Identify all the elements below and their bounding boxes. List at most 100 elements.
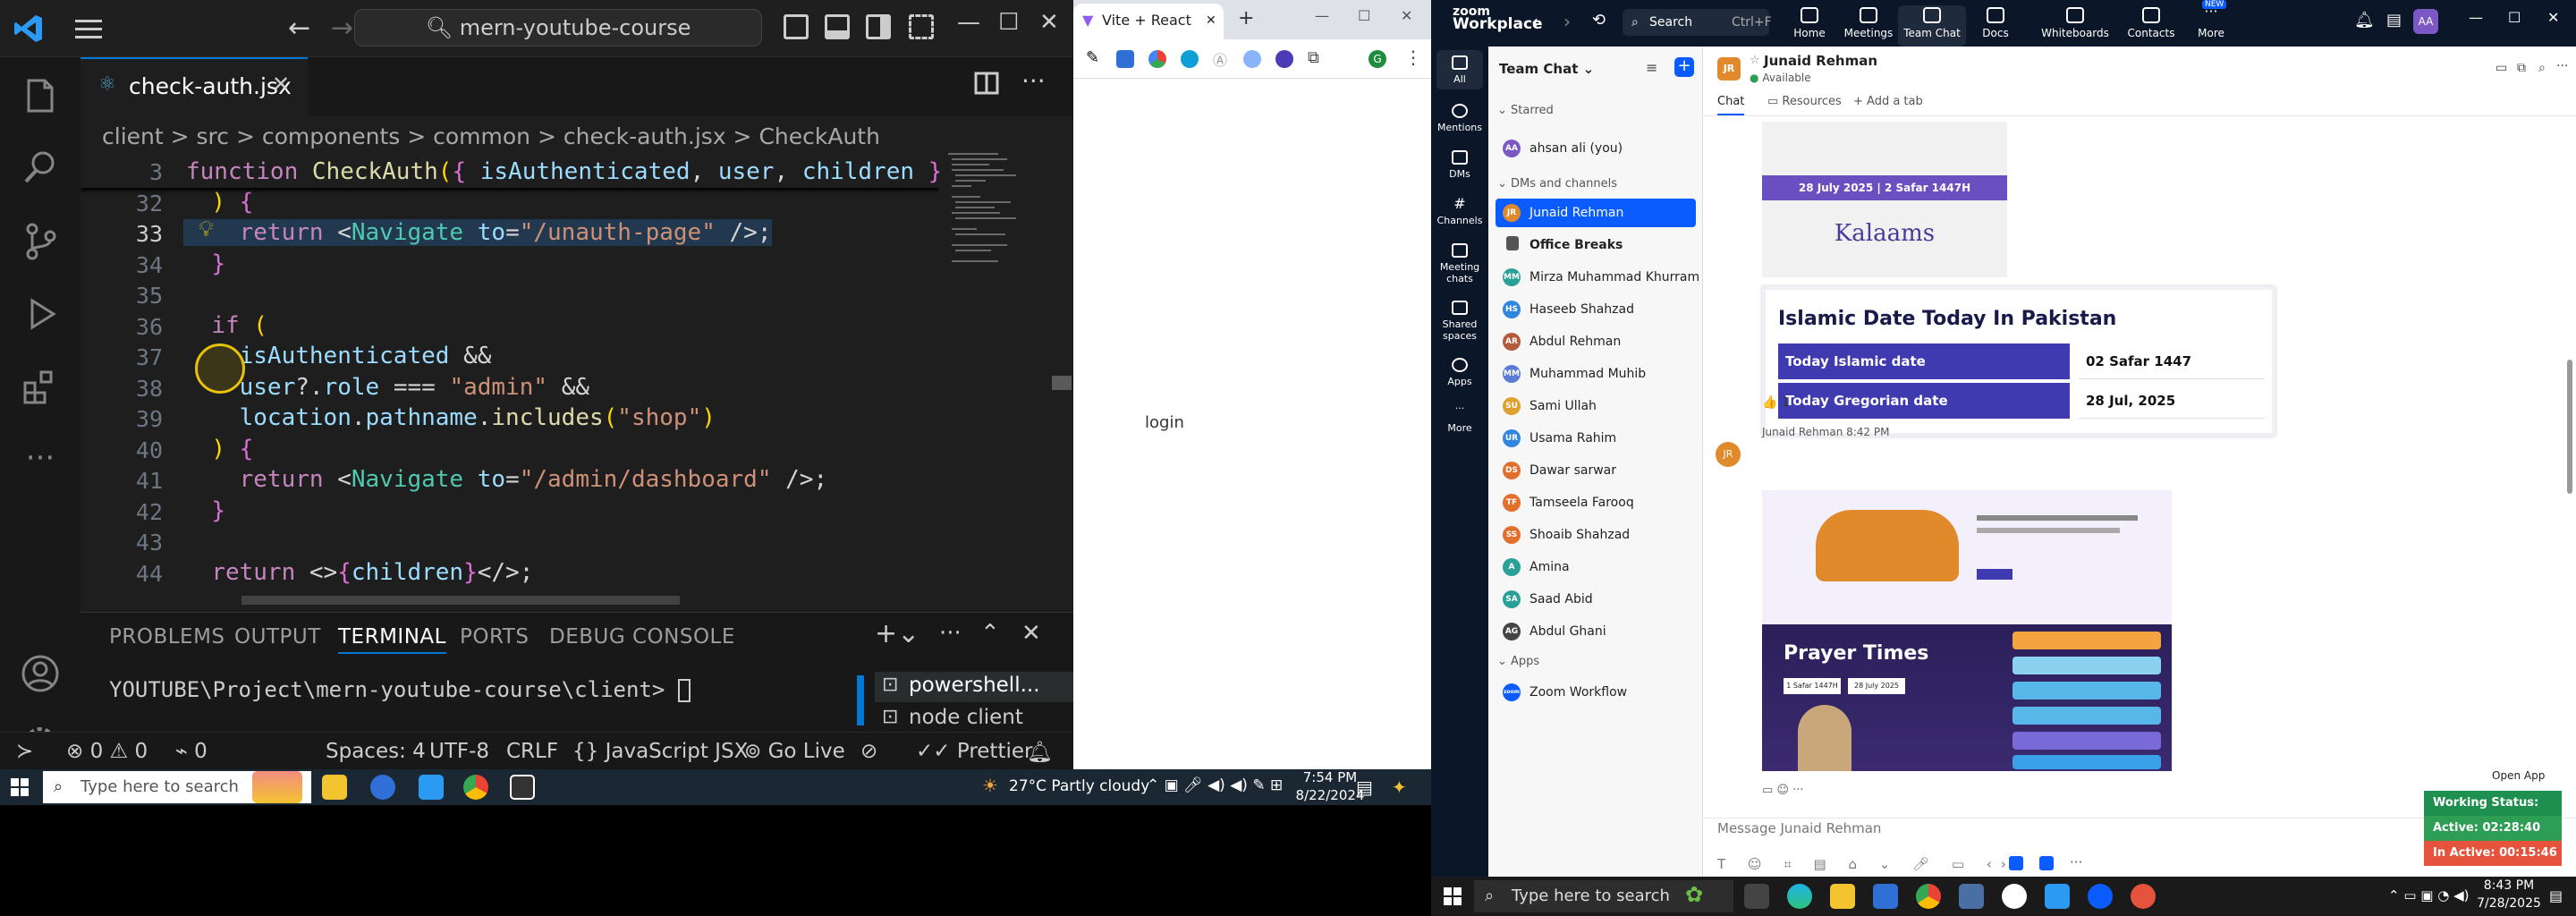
extension-4-icon[interactable]: Ⓐ [1213, 48, 1227, 70]
search-highlight-icon[interactable] [252, 771, 302, 803]
section-dms[interactable]: ⌄ DMs and channels [1497, 177, 1617, 191]
nav-meetings[interactable]: Meetings [1828, 5, 1909, 39]
browser-tab-vite[interactable]: ▼ Vite + React ✕ [1073, 4, 1224, 39]
message-actions-icon[interactable]: ▭ ☺ ··· [1762, 784, 1804, 797]
team-chat-title[interactable]: Team Chat ⌄ [1499, 61, 1594, 77]
chrome-taskbar-icon[interactable] [463, 775, 488, 800]
zoom-icon[interactable] [2088, 884, 2113, 909]
tab-debug-console[interactable]: DEBUG CONSOLE [549, 625, 735, 649]
horizontal-scrollbar[interactable] [242, 596, 680, 605]
kalaams-image[interactable]: 28 July 2025 | 2 Safar 1447H Kalaams [1762, 122, 2007, 277]
contact-avatar[interactable]: JR [1717, 57, 1741, 81]
chat-scrollbar[interactable] [2567, 360, 2572, 494]
indentation[interactable]: Spaces: 4 [326, 740, 426, 763]
language-mode[interactable]: {} JavaScript JSX [572, 740, 748, 763]
maximize-icon[interactable]: ☐ [2508, 9, 2521, 26]
lightbulb-icon[interactable]: 💡︎ [199, 216, 214, 242]
split-editor-icon[interactable] [973, 70, 1000, 97]
store-icon[interactable] [1873, 884, 1898, 909]
sidebar-apps[interactable]: Apps [1431, 358, 1488, 387]
close-tab-icon[interactable]: ✕ [272, 72, 290, 97]
open-app-link[interactable]: Open App [2492, 769, 2545, 782]
more-options-icon[interactable]: ··· [2070, 854, 2082, 870]
sidebar-all[interactable]: All [1436, 50, 1483, 89]
encoding[interactable]: UTF-8 [429, 740, 489, 763]
vertical-scrollbar-thumb[interactable] [1052, 376, 1072, 390]
history-icon[interactable]: ⟲ [1592, 11, 1606, 30]
apps-icon[interactable]: ▤ [2386, 11, 2402, 30]
maximize-icon[interactable]: ☐ [1358, 7, 1370, 24]
windows-start-icon[interactable] [1444, 887, 1462, 905]
new-terminal-icon[interactable]: +⌄ [875, 618, 919, 649]
app-shortcut-icon[interactable] [2039, 856, 2054, 870]
toggle-sidebar-icon[interactable] [784, 14, 809, 39]
notification-icon[interactable]: ▤ [1356, 776, 1373, 798]
go-live-button[interactable]: ⊚ Go Live [744, 740, 845, 763]
notifications-bell-icon[interactable]: 🔔︎ [1027, 740, 1053, 764]
contact-item[interactable]: AA ahsan ali (you) [1496, 134, 1696, 163]
sender-avatar[interactable]: JR [1716, 442, 1741, 467]
filter-icon[interactable]: ≡ [1646, 59, 1657, 76]
reaction-thumbs-up[interactable]: 👍 1 [1762, 395, 1790, 410]
customize-layout-icon[interactable] [909, 14, 934, 39]
screenshare-icon[interactable]: ⧉ [2517, 61, 2526, 75]
islamic-date-card[interactable]: Islamic Date Today In Pakistan Today Isl… [1762, 286, 2275, 437]
close-panel-icon[interactable]: ✕ [1021, 620, 1041, 647]
minimize-icon[interactable]: — [1315, 7, 1329, 24]
github-icon[interactable] [2002, 884, 2027, 909]
close-tab-icon[interactable]: ✕ [1206, 4, 1216, 38]
contact-item[interactable]: SU Sami Ullah [1496, 392, 1696, 420]
file-explorer-icon[interactable] [322, 775, 347, 800]
chrome-icon[interactable] [1916, 884, 1941, 909]
nav-more[interactable]: ··· More [2184, 4, 2238, 40]
more-options-icon[interactable]: ··· [2556, 59, 2568, 73]
terminal-instance-powershell[interactable]: ⊡ powershell... [875, 672, 1073, 702]
contact-item[interactable]: MM Mirza Muhammad Khurram [1496, 263, 1699, 292]
explorer-icon[interactable] [20, 73, 61, 114]
search-icon[interactable]: ⌕ [2538, 61, 2546, 75]
section-apps[interactable]: ⌄ Apps [1497, 655, 1539, 668]
eyedropper-icon[interactable]: ✎ [1086, 48, 1099, 67]
remote-icon[interactable]: ≻ [16, 740, 33, 763]
more-actions-icon[interactable]: ··· [1021, 66, 1046, 96]
terminal-instance-node[interactable]: ⊡ node client [875, 706, 1073, 733]
terminal-output[interactable]: YOUTUBE\Project\mern-youtube-course\clie… [109, 677, 691, 702]
tab-output[interactable]: OUTPUT [234, 625, 321, 649]
back-icon[interactable]: ‹ [1531, 11, 1538, 32]
vscode-taskbar-icon[interactable] [419, 775, 444, 800]
maximize-icon[interactable]: ☐ [998, 9, 1019, 36]
task-view-icon[interactable] [1744, 884, 1769, 909]
problems-count[interactable]: ⊗ 0 ⚠ 0 [66, 740, 148, 763]
profile-avatar[interactable]: G [1368, 50, 1386, 68]
forward-arrow-icon[interactable]: → [331, 13, 353, 44]
extension-5-icon[interactable] [1243, 50, 1261, 68]
tab-terminal[interactable]: TERMINAL [338, 625, 446, 654]
extension-2-icon[interactable] [1148, 50, 1166, 68]
toggle-secondary-sidebar-icon[interactable] [866, 14, 891, 39]
plant-icon[interactable]: ✿ [1685, 882, 1703, 907]
working-status-badge[interactable]: In Active: 00:15:46 [2424, 841, 2562, 866]
code-editor[interactable]: 3 function CheckAuth({ isAuthenticated, … [80, 157, 939, 605]
account-icon[interactable] [20, 653, 61, 694]
message-input[interactable]: Message Junaid Rehman [1717, 820, 1881, 836]
new-tab-icon[interactable]: + [1238, 7, 1254, 30]
zoom-search[interactable]: ⌕ Search Ctrl+F [1623, 9, 1772, 36]
line-ending[interactable]: CRLF [506, 740, 558, 763]
source-control-icon[interactable] [20, 220, 61, 261]
contact-item[interactable]: AR Abdul Rehman [1496, 327, 1696, 356]
close-window-icon[interactable]: ✕ [1039, 9, 1059, 36]
forward-icon[interactable]: › [1563, 11, 1571, 32]
prayer-times-image[interactable]: Prayer Times 1 Safar 1447H 28 July 2025 [1762, 490, 2172, 771]
sidebar-more[interactable]: ··· More [1431, 403, 1488, 434]
contact-item[interactable]: HS Haseeb Shahzad [1496, 295, 1696, 324]
tab-resources[interactable]: ▭ Resources [1767, 95, 1842, 108]
more-icon[interactable]: ··· [20, 440, 61, 481]
compose-button[interactable]: + [1674, 57, 1694, 77]
tab-chat[interactable]: Chat [1717, 95, 1745, 115]
terminal-more-icon[interactable]: ··· [939, 620, 962, 647]
contact-item[interactable]: Office Breaks [1496, 231, 1696, 259]
composer-toolbar-icons[interactable]: T ☺ ⌗ ▤ ⌂ ⌄ 🎤︎ ▭ ‹› [1717, 856, 2015, 872]
tray-icons[interactable]: ⌃ ▣ 🎤︎ ◀︎) ◀︎) ✎ ⊞ [1147, 776, 1283, 794]
file-explorer-icon[interactable] [1830, 884, 1855, 909]
contact-item[interactable]: TF Tamseela Farooq [1496, 488, 1696, 517]
